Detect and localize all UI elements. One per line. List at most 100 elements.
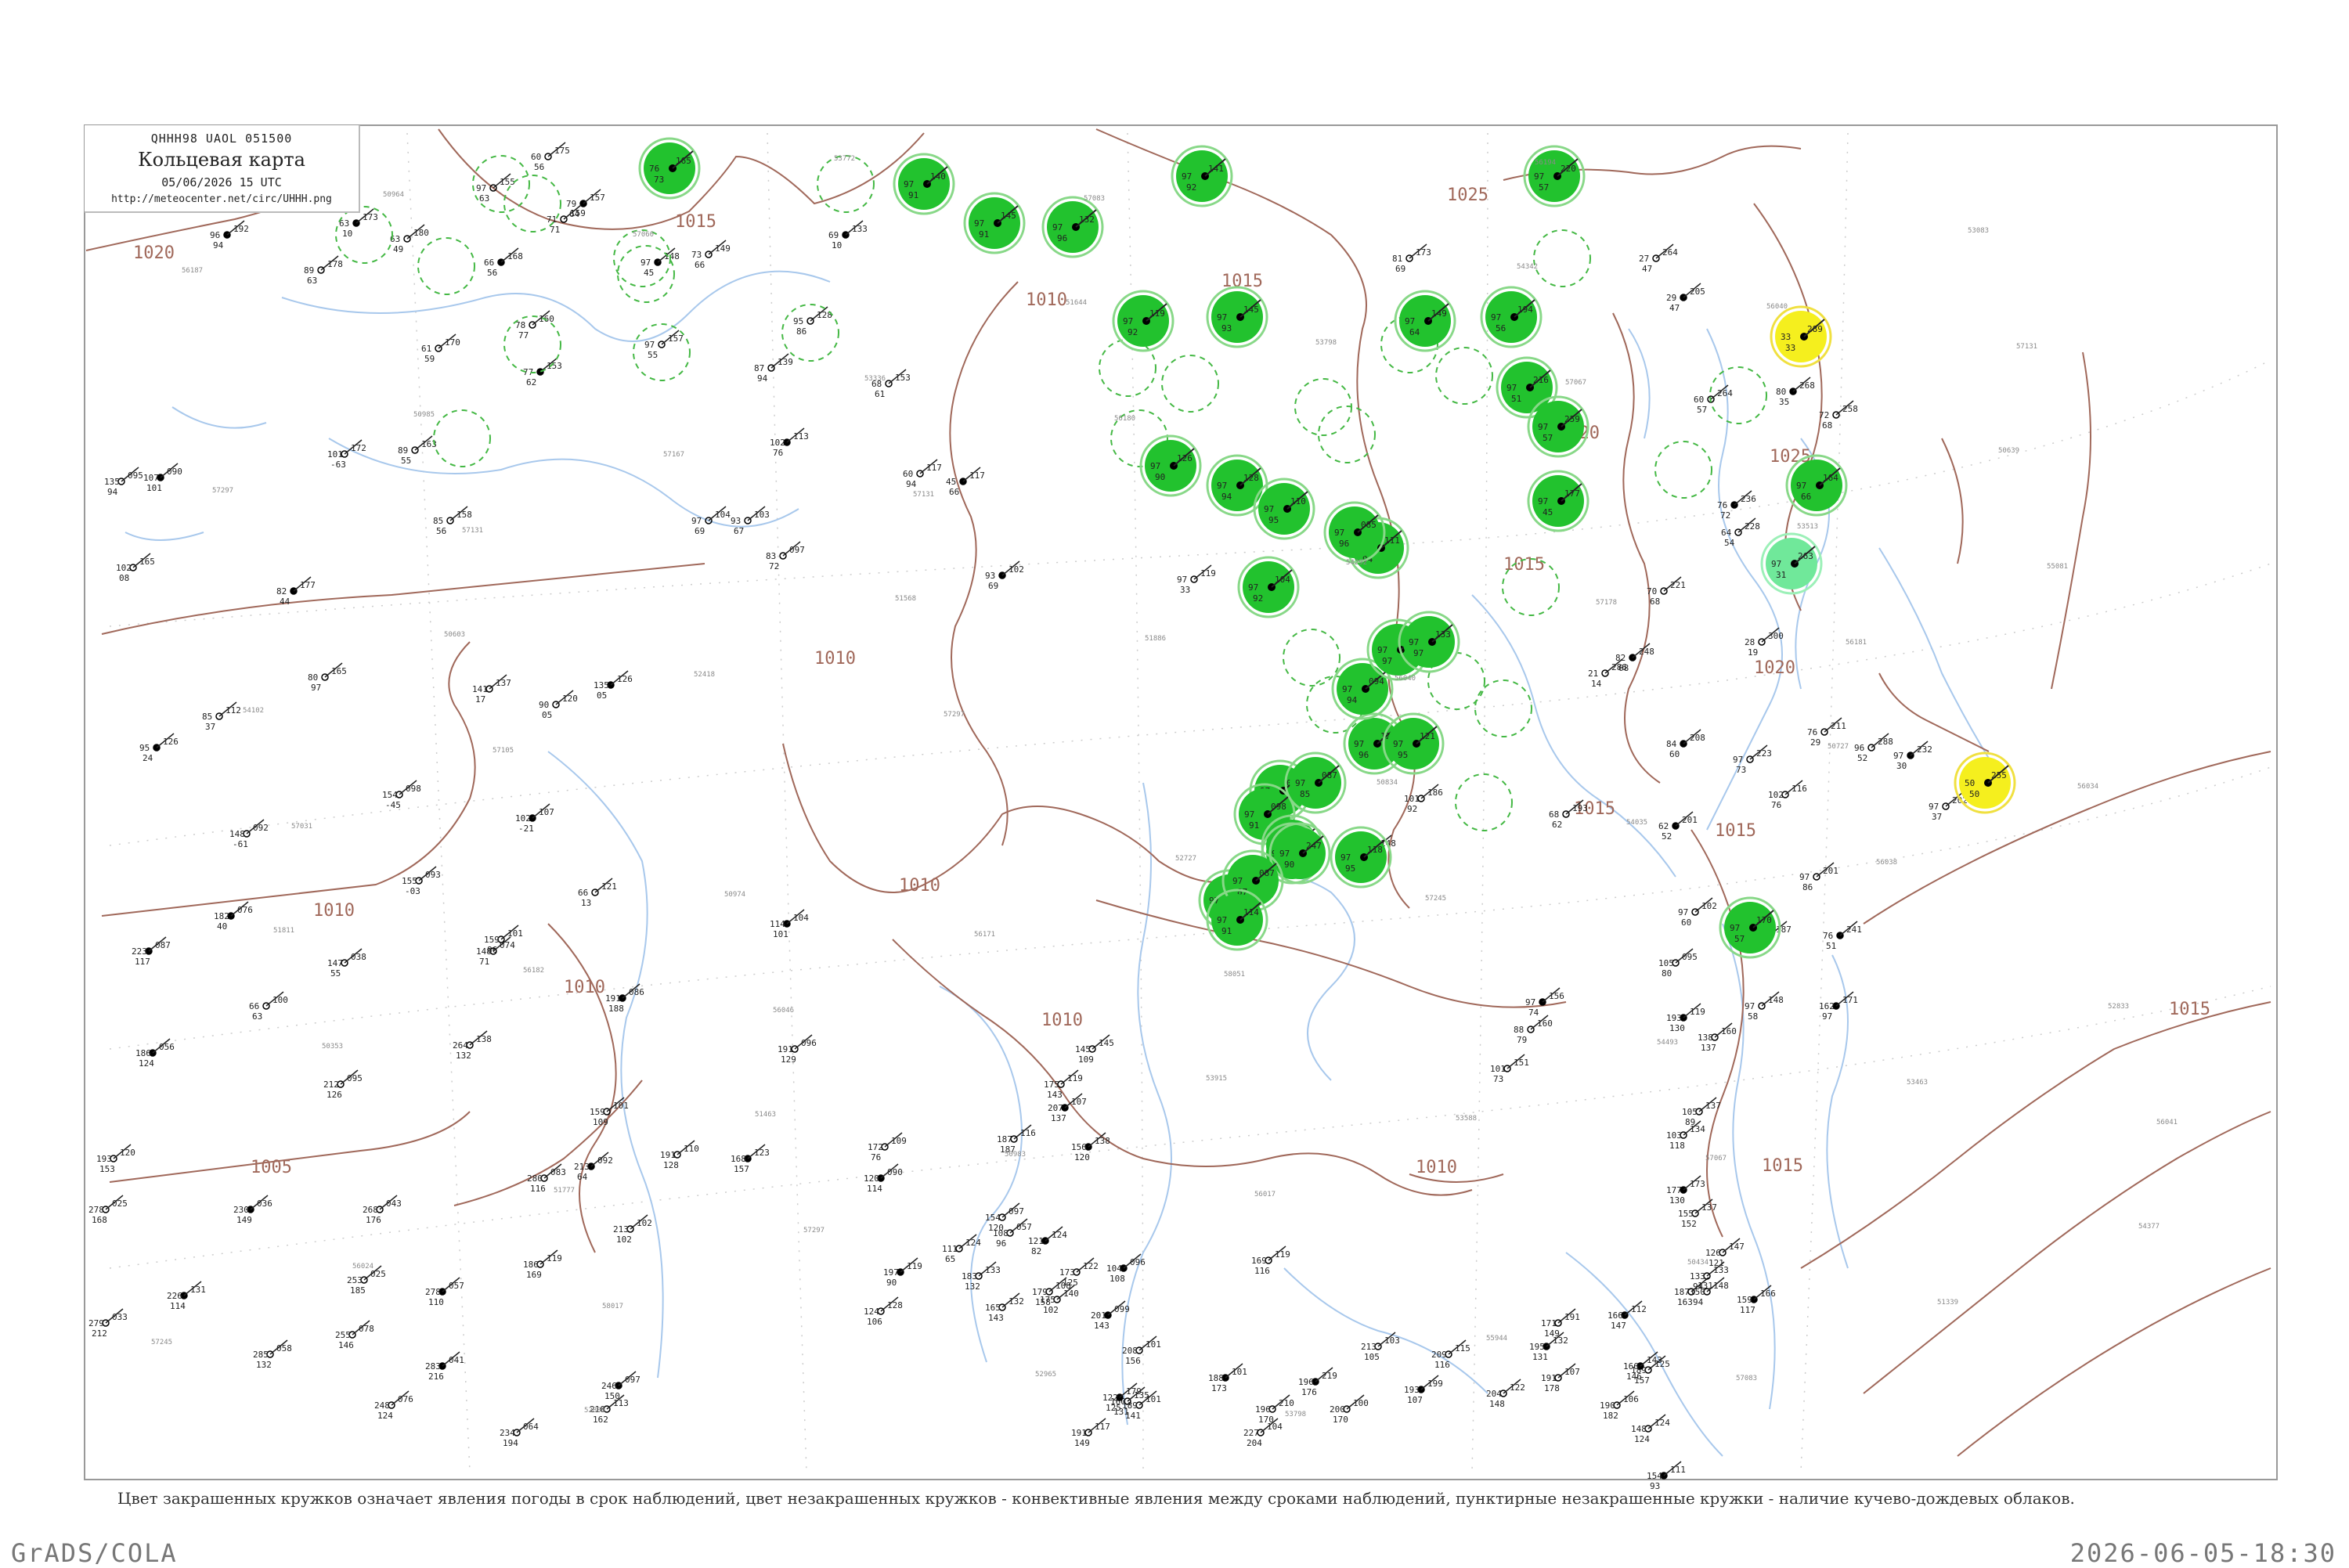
station-plot: 300 2819 [1745,627,1784,658]
dew-value: 19 [1748,647,1758,658]
temp-value: 102 [1768,790,1784,800]
temp-value: 268 [363,1205,378,1215]
isobar-label: 1010 [1026,290,1067,310]
station-plot: 103 213105 [1361,1332,1400,1362]
station-index: 54035 [1626,819,1647,827]
dew-value: 94 [1693,1297,1704,1307]
dew-value: 66 [695,260,705,270]
dew-value: 30 [1896,761,1907,771]
pressure-value: 119 [1067,1073,1083,1083]
pressure-value: 113 [793,431,809,442]
station-index: 56038 [1876,859,1897,867]
dew-value: 55 [330,968,341,979]
pressure-value: 210 [1279,1398,1294,1408]
pressure-value: 191 [1564,1312,1580,1322]
station-plot: 057 278110 [425,1277,464,1307]
temp-value: 195 [1529,1342,1545,1352]
temp-value: 89 [398,445,408,456]
dew-value: -45 [385,800,401,810]
dew-value: 95 [1398,750,1408,760]
temp-value: 93 [985,571,995,581]
dew-value: 178 [1544,1383,1560,1393]
weather-station-circle: 1419792 [1171,145,1233,207]
cb-dashed-circle [417,237,475,295]
weather-station-circle: 1189795 [1330,826,1392,889]
pressure-value: 100 [1353,1398,1369,1408]
dew-value: 37 [1932,812,1942,822]
dew-value: 64 [1409,327,1420,337]
dew-value: 97 [311,683,321,693]
weather-station-circle: 1149791 [1206,889,1268,951]
station-index: 56017 [1254,1191,1276,1199]
pressure-value: 138 [1095,1136,1110,1146]
weather-station-circle: 1709757 [1719,896,1781,959]
station-index: 52833 [2108,1003,2129,1011]
dew-value: 66 [1801,492,1811,502]
dew-value: 62 [1552,820,1562,830]
dew-value: 143 [1094,1321,1110,1331]
dew-value: 116 [1434,1360,1450,1370]
station-plot: 133 183132 [962,1261,1001,1292]
station-plot: 100 6663 [249,991,288,1022]
dew-value: 58 [1748,1011,1758,1022]
dew-value: 89 [1685,1117,1695,1127]
station-plot: 178 8963 [304,255,343,286]
temp-value: 80 [308,672,318,683]
temp-value: 121 [1028,1236,1044,1246]
station-plot: 288 9652 [1854,733,1893,763]
station-plot: 120 193153 [96,1144,135,1174]
dew-value: 216 [428,1372,444,1382]
station-plot: 102213102 [613,1214,652,1245]
station-plot: 124 12182 [1028,1226,1067,1256]
station-plot: 064 234194 [500,1418,539,1448]
dew-value: 69 [1395,264,1405,274]
pressure-value: 078 [359,1324,374,1334]
temp-value: 145 [1075,1044,1091,1054]
temp-value: 85 [202,712,212,722]
dew-value: 93 [1221,323,1232,333]
station-index: 57131 [2016,343,2037,351]
pressure-value: 095 [347,1073,363,1083]
station-index: 57178 [1596,599,1617,607]
pressure-value: 148 [1713,1281,1729,1291]
temp-value: 97 [1248,582,1258,593]
dew-value: 173 [1211,1383,1227,1393]
pressure-value: 186 [1427,788,1443,798]
dew-value: 56 [487,268,497,278]
pressure-value: 199 [1427,1379,1443,1389]
cb-dashed-circle [1533,229,1591,287]
station-index: 56187 [182,267,203,275]
pressure-value: 192 [233,224,249,234]
isobar-label: 1015 [1503,555,1545,575]
legend-text: Цвет закрашенных кружков означает явлени… [117,1489,2075,1508]
temp-value: 179 [1032,1287,1048,1297]
dew-value: 56 [436,526,446,536]
station-plot: 165 10208 [116,553,155,583]
pressure-value: 178 [327,259,343,269]
pressure-value: 128 [887,1300,903,1310]
pressure-value: 101 [1146,1339,1161,1350]
station-plot: 165 8097 [308,662,347,693]
temp-value: 97 [1538,422,1548,432]
weather-station-circle: 1329796 [1041,196,1104,258]
weather-station-circle: 1109795 [1253,478,1315,540]
temp-value: 285 [253,1350,269,1360]
dew-value: 65 [945,1254,955,1264]
pressure-value: 103 [754,510,770,520]
station-index: 56041 [2156,1119,2178,1126]
pressure-value: 157 [590,193,605,203]
temp-value: 133 [1690,1271,1705,1281]
dew-value: 188 [608,1004,624,1014]
temp-value: 189 [1122,1400,1138,1411]
station-index: 52418 [694,671,715,679]
temp-value: 196 [1255,1404,1271,1415]
pressure-value: 119 [1275,1249,1290,1260]
pressure-value: 223 [1756,748,1772,759]
station-plot: 1607877 [515,310,554,341]
weather-station-circle: 2479790 [1268,822,1331,885]
pressure-value: 074 [500,940,515,950]
pressure-value: 093 [425,870,441,880]
dew-value: 55 [401,456,411,466]
dew-value: 35 [1779,397,1789,407]
dew-value: 74 [1528,1007,1539,1018]
